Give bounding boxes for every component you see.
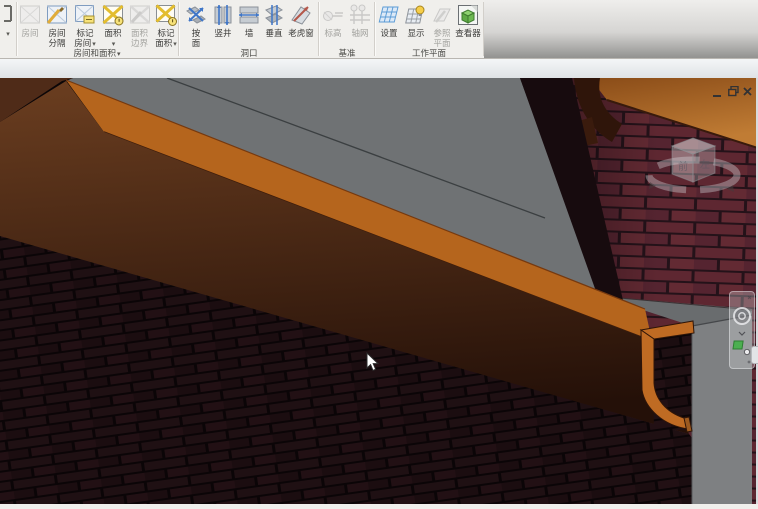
- ribbon: 房间 房间分隔 标记房间 面积 面积边界 标记面积 房间和面积 按面 竖井 墙 …: [0, 0, 758, 59]
- dropdown-caret-icon: [91, 38, 96, 48]
- model-scene: 前 左: [0, 78, 758, 504]
- minimize-button[interactable]: [713, 86, 723, 96]
- close-icon[interactable]: [743, 84, 753, 94]
- workplane-set-icon: [376, 3, 402, 29]
- panel-label-datum: 基准: [320, 47, 374, 58]
- level-icon: [320, 3, 346, 29]
- viewer-icon: [455, 3, 481, 29]
- mouse-cursor: [366, 352, 380, 377]
- workplane-show-icon: [403, 3, 429, 29]
- shaft-opening-icon: [210, 3, 236, 29]
- dropdown-caret-icon: [111, 38, 116, 48]
- area-icon: [100, 3, 126, 29]
- tag-room-icon: [71, 3, 99, 29]
- panel-label-opening: 洞口: [184, 47, 314, 58]
- ref-plane-icon: [429, 3, 455, 29]
- room-separator-icon: [44, 3, 70, 29]
- navbar-pin-icon[interactable]: [748, 296, 751, 299]
- ribbon-empty-area: [484, 0, 758, 58]
- ribbon-partial-button[interactable]: [0, 2, 15, 56]
- grid-icon: [347, 3, 373, 29]
- room-icon: [17, 3, 43, 29]
- vertical-opening-icon: [262, 3, 286, 29]
- wall-opening-icon: [237, 3, 261, 29]
- collapsed-panel-tab[interactable]: [751, 346, 758, 364]
- dormer-opening-icon: [287, 3, 315, 29]
- panel-flyout-caret-icon: [116, 48, 121, 58]
- restore-down-button[interactable]: [728, 84, 738, 94]
- viewcube-face-label: 前: [678, 160, 688, 173]
- drawing-area-3d-view[interactable]: 前 左: [0, 78, 758, 504]
- clipped-icon: [0, 3, 15, 29]
- area-boundary-icon: [127, 3, 152, 29]
- steering-wheel-icon[interactable]: [734, 308, 750, 324]
- panel-separator: [178, 2, 180, 56]
- opening-by-face-icon: [184, 3, 208, 29]
- panel-label-workplane: 工作平面: [376, 47, 482, 58]
- dropdown-caret-icon: [172, 38, 177, 48]
- options-bar: [0, 59, 758, 79]
- tag-area-icon: [153, 3, 179, 29]
- panel-label-room-area[interactable]: 房间和面积: [17, 47, 177, 58]
- viewcube-face-label: 左: [700, 158, 710, 171]
- zoom-icon[interactable]: [733, 341, 750, 355]
- chevron-down-icon[interactable]: [739, 332, 745, 335]
- navbar-expand-dot[interactable]: [748, 361, 751, 364]
